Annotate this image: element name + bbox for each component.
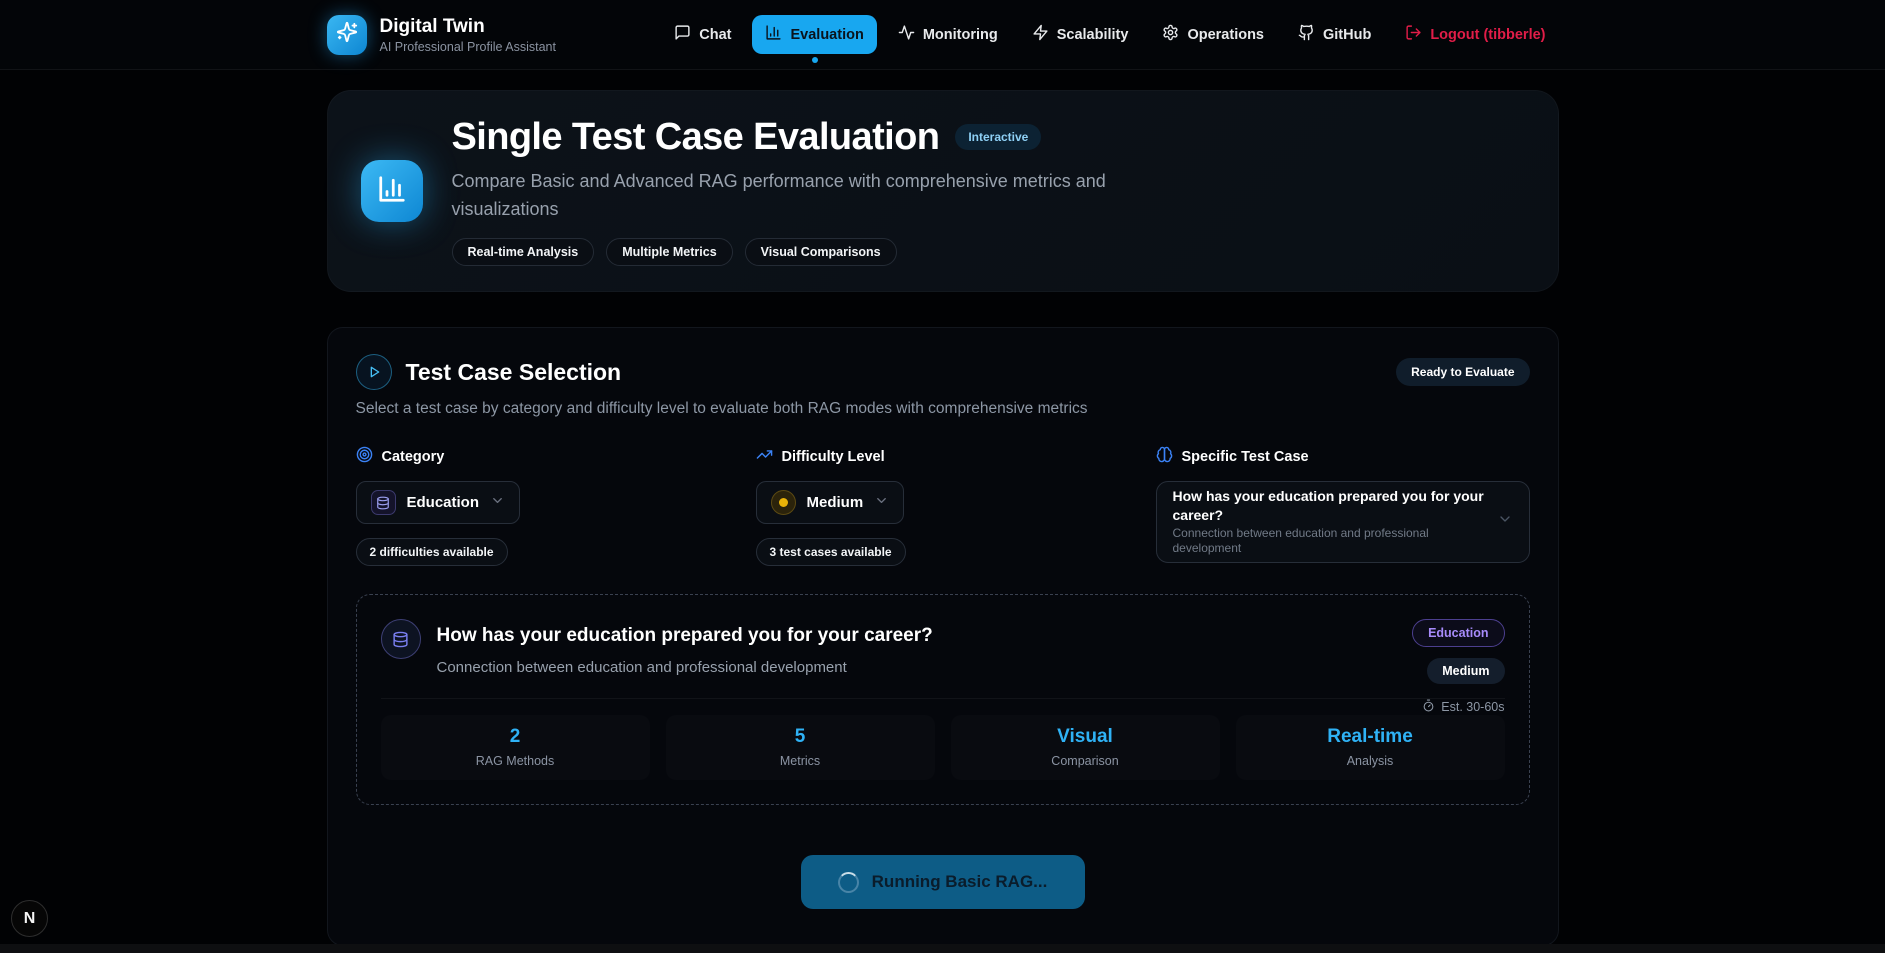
difficulty-badge: Medium [1427,658,1504,684]
nav-label: Evaluation [790,27,863,43]
category-badge: Education [1412,619,1504,647]
top-nav: Digital Twin AI Professional Profile Ass… [0,0,1885,70]
chevron-down-icon [490,493,505,513]
page-description: Compare Basic and Advanced RAG performan… [452,168,1112,224]
category-hint: 2 difficulties available [356,538,508,566]
brain-icon [1156,446,1173,467]
run-evaluation-button[interactable]: Running Basic RAG... [801,855,1085,909]
trending-up-icon [756,446,773,467]
chevron-down-icon [1497,511,1513,532]
difficulty-select[interactable]: Medium [756,481,905,524]
stat-visual-comparison: Visual Comparison [951,715,1220,780]
nav-label: Operations [1187,27,1264,43]
zap-icon [1032,24,1049,45]
difficulty-hint: 3 test cases available [756,538,906,566]
bottom-strip [0,944,1885,953]
nav-item-evaluation[interactable]: Evaluation [752,15,876,54]
timer-icon [1422,699,1435,715]
brand: Digital Twin AI Professional Profile Ass… [327,15,556,55]
hero-panel: Single Test Case Evaluation Interactive … [327,90,1559,292]
bar-chart-icon [765,24,782,45]
stat-label: Comparison [961,754,1210,768]
database-icon [381,619,421,659]
gear-icon [1162,24,1179,45]
stat-value: Visual [961,726,1210,748]
nav-label: Scalability [1057,27,1129,43]
section-subtitle: Select a test case by category and diffi… [356,400,1530,418]
stat-label: RAG Methods [391,754,640,768]
category-value: Education [407,494,480,511]
difficulty-label: Difficulty Level [782,449,885,465]
test-case-select[interactable]: How has your education prepared you for … [1156,481,1530,563]
database-icon [371,490,396,515]
stat-label: Analysis [1246,754,1495,768]
nav-item-github[interactable]: GitHub [1285,15,1384,54]
test-case-value-sub: Connection between education and profess… [1173,526,1497,557]
active-tab-dot [812,57,818,63]
nextjs-devtools-button[interactable]: N [11,900,48,937]
page-title: Single Test Case Evaluation [452,116,940,159]
activity-icon [898,24,915,45]
stat-value: 2 [391,726,640,748]
stat-rag-methods: 2 RAG Methods [381,715,650,780]
difficulty-dot-icon [771,490,796,515]
feature-pill: Real-time Analysis [452,238,595,266]
bar-chart-icon [377,174,407,209]
nav-label: GitHub [1323,27,1371,43]
logout-button[interactable]: Logout (tibberle) [1392,15,1558,54]
feature-pills: Real-time Analysis Multiple Metrics Visu… [452,238,1112,266]
category-select[interactable]: Education [356,481,521,524]
sparkles-icon [336,21,358,48]
hero-chart-badge [361,160,423,222]
spinner-icon [838,872,859,893]
nav-item-operations[interactable]: Operations [1149,15,1277,54]
github-icon [1298,24,1315,45]
run-button-label: Running Basic RAG... [872,872,1048,892]
nav-item-scalability[interactable]: Scalability [1019,15,1142,54]
estimate-label: Est. 30-60s [1441,700,1504,714]
difficulty-column: Difficulty Level Medium 3 test cases ava… [756,446,1130,566]
preview-stats: 2 RAG Methods 5 Metrics Visual Compariso… [381,715,1505,780]
test-case-label: Specific Test Case [1182,449,1309,465]
interactive-badge: Interactive [955,124,1041,150]
nav-label: Monitoring [923,27,998,43]
nextjs-logo-icon: N [24,910,36,928]
nav-label: Chat [699,27,731,43]
category-label: Category [382,449,445,465]
test-case-column: Specific Test Case How has your educatio… [1156,446,1530,566]
feature-pill: Visual Comparisons [745,238,897,266]
logout-icon [1405,24,1422,45]
app-logo [327,15,367,55]
category-column: Category Education 2 difficulties availa… [356,446,730,566]
nav-menu: Chat Evaluation Monitoring Scalability O… [661,15,1558,54]
nav-item-chat[interactable]: Chat [661,15,744,54]
stat-label: Metrics [676,754,925,768]
section-title: Test Case Selection [406,359,622,386]
stat-realtime-analysis: Real-time Analysis [1236,715,1505,780]
stat-value: Real-time [1246,726,1495,748]
stat-value: 5 [676,726,925,748]
chevron-down-icon [874,493,889,513]
logout-label: Logout (tibberle) [1430,27,1545,43]
app-subtitle: AI Professional Profile Assistant [380,40,556,54]
preview-description: Connection between education and profess… [437,659,933,676]
play-icon[interactable] [356,354,392,390]
difficulty-value: Medium [807,494,864,511]
stat-metrics: 5 Metrics [666,715,935,780]
nav-item-monitoring[interactable]: Monitoring [885,15,1011,54]
preview-question: How has your education prepared you for … [437,625,933,647]
feature-pill: Multiple Metrics [606,238,732,266]
chat-icon [674,24,691,45]
target-icon [356,446,373,467]
app-title: Digital Twin [380,15,556,39]
test-case-value: How has your education prepared you for … [1173,487,1497,525]
status-badge: Ready to Evaluate [1396,358,1529,386]
test-case-selection-panel: Test Case Selection Ready to Evaluate Se… [327,327,1559,946]
test-case-preview-card: How has your education prepared you for … [356,594,1530,805]
divider [381,698,1505,699]
